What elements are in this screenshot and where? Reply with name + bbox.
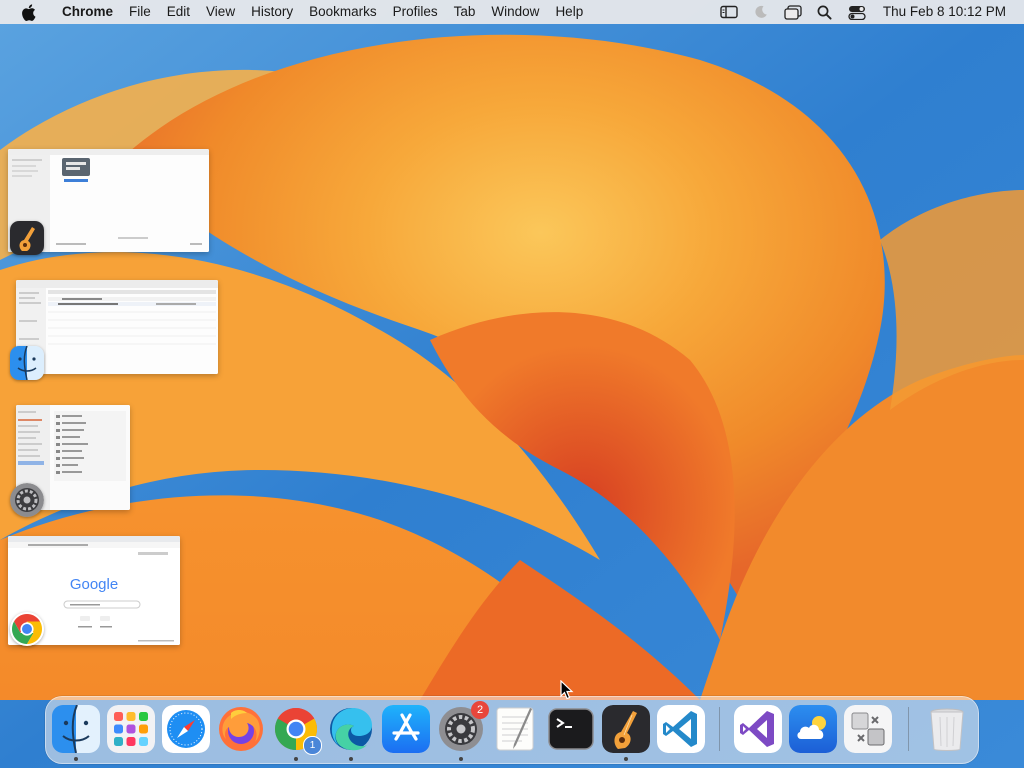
notification-badge: 2	[471, 701, 489, 719]
desktop-wallpaper	[0, 0, 1024, 768]
trash-icon	[923, 705, 971, 753]
dock-textedit[interactable]	[492, 705, 540, 753]
dock-weather[interactable]	[789, 705, 837, 753]
dock-trash[interactable]	[923, 705, 971, 753]
menu-profiles[interactable]: Profiles	[385, 0, 446, 24]
safari-icon	[162, 705, 210, 753]
status-area: Thu Feb 8 10:12 PM	[713, 0, 1024, 24]
dock-launchpad[interactable]	[107, 705, 155, 753]
chrome-icon	[10, 612, 44, 646]
running-indicator	[349, 757, 353, 761]
garageband-icon	[602, 705, 650, 753]
dock-migration-assistant[interactable]	[844, 705, 892, 753]
stage-window-system-settings[interactable]	[10, 405, 130, 517]
dock-terminal[interactable]	[547, 705, 595, 753]
system-settings-icon: 2	[437, 701, 489, 753]
stage-window-finder[interactable]	[10, 280, 218, 380]
textedit-icon	[492, 705, 540, 753]
dock-separator	[908, 707, 909, 751]
control-center-icon[interactable]	[846, 0, 868, 24]
dock-app-store[interactable]	[382, 705, 430, 753]
garageband-icon	[10, 221, 44, 255]
running-indicator	[459, 757, 463, 761]
menu-tab[interactable]: Tab	[446, 0, 484, 24]
apple-menu-icon[interactable]	[17, 0, 39, 24]
chrome-icon: 1	[272, 705, 322, 755]
google-logo: Google	[69, 576, 119, 593]
moon-icon[interactable]	[750, 0, 772, 24]
menu-bar: Chrome File Edit View History Bookmarks …	[0, 0, 1024, 24]
system-settings-icon	[10, 483, 44, 517]
finder-icon	[52, 705, 100, 753]
menu-bookmarks[interactable]: Bookmarks	[301, 0, 385, 24]
visual-studio-icon	[734, 705, 782, 753]
menu-edit[interactable]: Edit	[159, 0, 198, 24]
finder-icon	[10, 346, 44, 380]
running-indicator	[294, 757, 298, 761]
dock-garageband[interactable]	[602, 705, 650, 753]
dock-firefox[interactable]	[217, 705, 265, 753]
running-indicator	[74, 757, 78, 761]
dock-finder[interactable]	[52, 705, 100, 753]
edge-icon	[327, 705, 375, 753]
dock-vscode[interactable]	[657, 705, 705, 753]
dock-system-settings[interactable]: 2	[437, 701, 489, 753]
menu-app-name[interactable]: Chrome	[54, 0, 121, 24]
window-thumbnail	[16, 280, 218, 374]
menu-history[interactable]: History	[243, 0, 301, 24]
menu-help[interactable]: Help	[547, 0, 591, 24]
weather-icon	[789, 705, 837, 753]
menu-view[interactable]: View	[198, 0, 243, 24]
firefox-icon	[217, 705, 265, 753]
menu-clock[interactable]: Thu Feb 8 10:12 PM	[873, 0, 1024, 24]
menu-file[interactable]: File	[121, 0, 159, 24]
sidebar-icon[interactable]	[718, 0, 740, 24]
window-stack-icon[interactable]	[782, 0, 804, 24]
dock-visual-studio[interactable]	[734, 705, 782, 753]
app-store-icon	[382, 705, 430, 753]
search-icon[interactable]	[814, 0, 836, 24]
mouse-cursor-icon	[560, 680, 574, 700]
migration-icon	[844, 705, 892, 753]
terminal-icon	[547, 705, 595, 753]
running-indicator	[624, 757, 628, 761]
launchpad-icon	[107, 705, 155, 753]
chrome-profile-badge: 1	[303, 736, 322, 755]
stage-window-chrome[interactable]: Google	[8, 536, 180, 646]
dock-safari[interactable]	[162, 705, 210, 753]
dock-chrome[interactable]: 1	[272, 705, 322, 755]
dock-separator	[719, 707, 720, 751]
vscode-icon	[657, 705, 705, 753]
dock-edge[interactable]	[327, 705, 375, 753]
stage-window-garageband[interactable]	[8, 149, 209, 255]
dock: 1 2	[45, 696, 979, 764]
menu-window[interactable]: Window	[483, 0, 547, 24]
